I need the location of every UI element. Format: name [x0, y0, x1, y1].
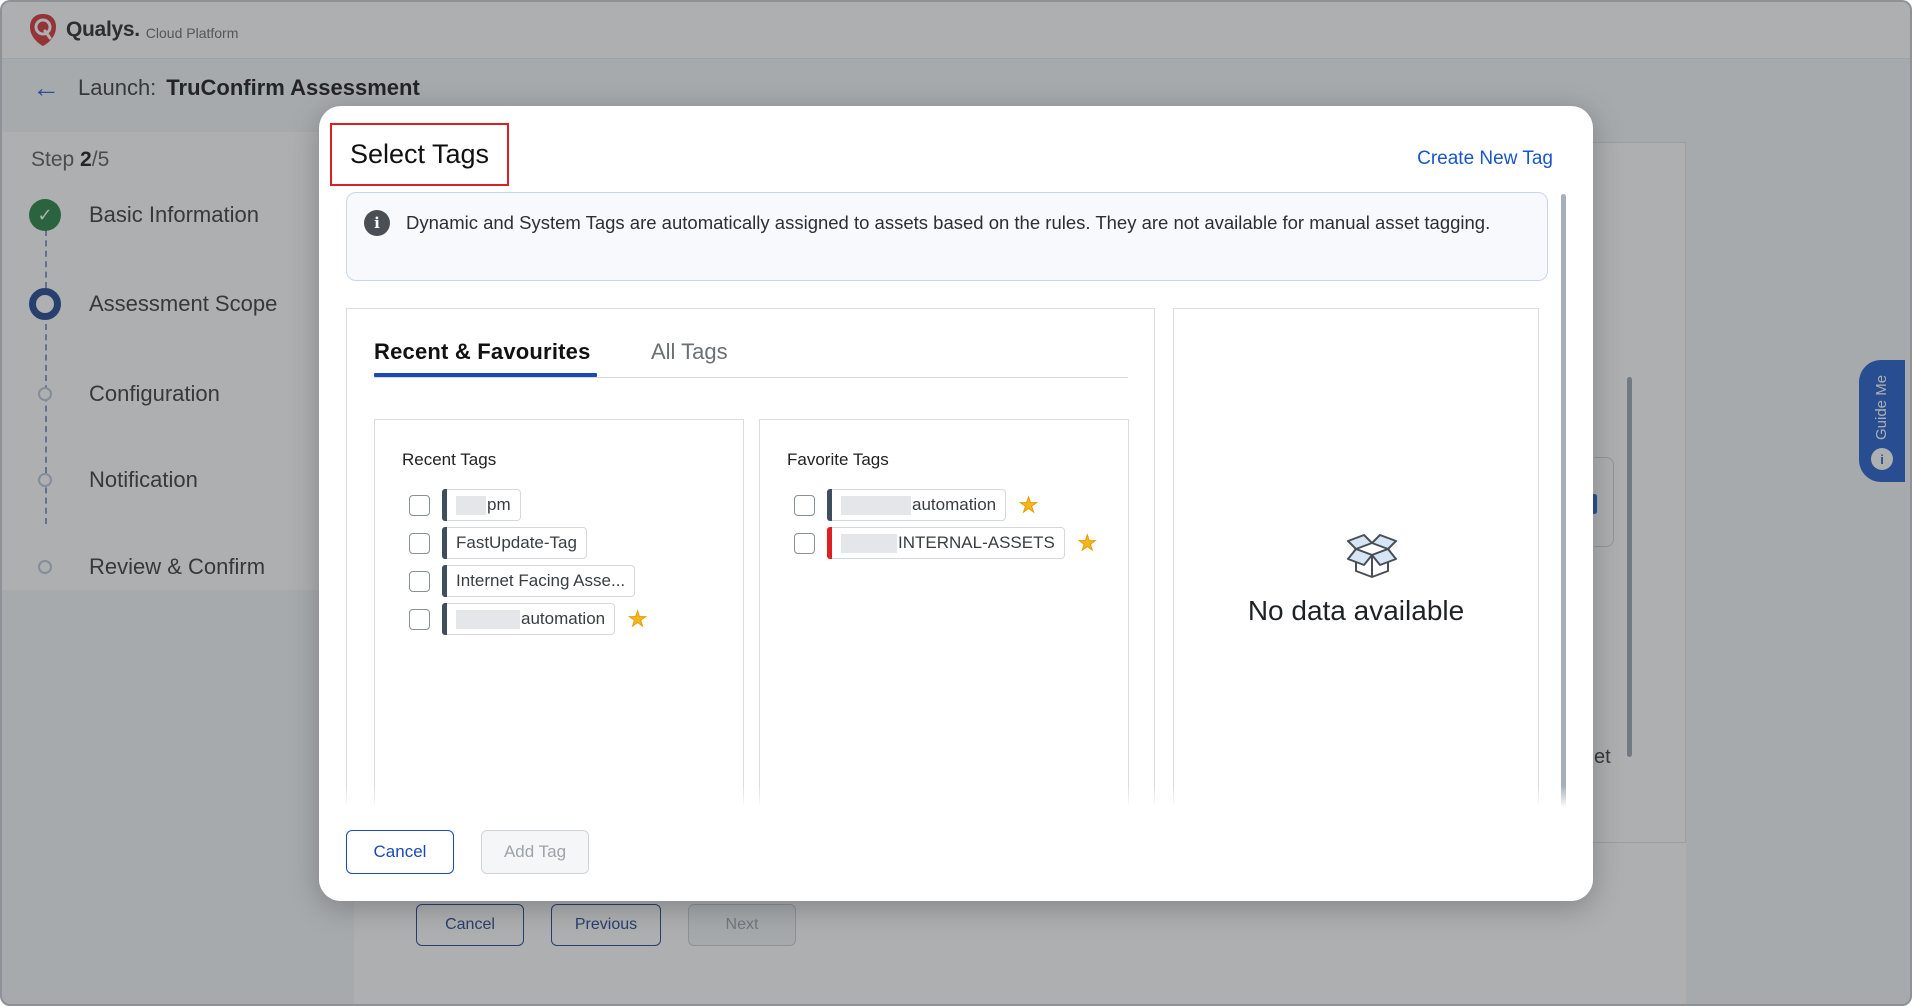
dialog-scrollbar[interactable] — [1561, 194, 1566, 811]
tag-row[interactable]: FastUpdate-Tag — [409, 527, 587, 559]
dialog-title: Select Tags — [349, 139, 490, 169]
redacted-text — [841, 495, 911, 515]
empty-box-icon — [1344, 531, 1400, 579]
redacted-text — [841, 533, 897, 553]
add-tag-button[interactable]: Add Tag — [481, 830, 589, 874]
tag-color-bar — [442, 527, 447, 559]
tag-row[interactable]: INTERNAL-ASSETS ★ — [794, 527, 1097, 559]
tag-checkbox[interactable] — [794, 494, 815, 516]
tag-row[interactable]: Internet Facing Asse... — [409, 565, 636, 597]
redacted-text — [456, 495, 486, 515]
tag-chip: automation — [442, 603, 616, 635]
select-tags-dialog: Select Tags Create New Tag i Dynamic and… — [319, 106, 1593, 901]
selected-tags-panel: No data available — [1173, 308, 1539, 828]
info-icon: i — [364, 210, 390, 236]
title-highlight-box: Select Tags — [330, 123, 509, 186]
favorite-star-icon[interactable]: ★ — [1019, 494, 1039, 516]
info-text: Dynamic and System Tags are automaticall… — [406, 212, 1491, 233]
tag-checkbox[interactable] — [409, 494, 430, 516]
empty-state-text: No data available — [1247, 595, 1465, 626]
favorite-tags-column: Favorite Tags automation ★ INTERNAL-ASSE… — [759, 419, 1129, 839]
tab-all-tags[interactable]: All Tags — [651, 339, 728, 365]
tag-chip: Internet Facing Asse... — [442, 565, 636, 597]
tag-checkbox[interactable] — [409, 570, 430, 592]
content-fade — [319, 786, 1593, 808]
tag-color-bar — [442, 489, 447, 521]
tag-color-bar — [442, 565, 447, 597]
tag-label: automation — [912, 495, 997, 514]
favorite-star-icon[interactable]: ★ — [1077, 532, 1097, 554]
tag-label: FastUpdate-Tag — [456, 533, 577, 552]
tab-recent-favourites[interactable]: Recent & Favourites — [374, 339, 591, 365]
tag-label: Internet Facing Asse... — [456, 571, 626, 590]
tag-label: automation — [521, 609, 606, 628]
create-new-tag-link[interactable]: Create New Tag — [1417, 148, 1553, 170]
favorite-tags-title: Favorite Tags — [787, 450, 889, 469]
tag-checkbox[interactable] — [409, 532, 430, 554]
cancel-button[interactable]: Cancel — [346, 830, 454, 874]
tag-chip: INTERNAL-ASSETS — [827, 527, 1065, 559]
redacted-text — [456, 609, 520, 629]
tag-color-bar — [827, 527, 832, 559]
tag-chip: pm — [442, 489, 521, 521]
tag-row[interactable]: pm — [409, 489, 521, 521]
tag-row[interactable]: automation ★ — [794, 489, 1038, 521]
tag-chip: FastUpdate-Tag — [442, 527, 587, 559]
tag-row[interactable]: automation ★ — [409, 603, 647, 635]
tab-divider — [374, 377, 1128, 378]
tag-chip: automation — [827, 489, 1007, 521]
recent-tags-column: Recent Tags pm FastUpdate-Tag Internet F… — [374, 419, 744, 839]
recent-tags-title: Recent Tags — [402, 450, 497, 469]
tags-selection-panel: Recent & Favourites All Tags Recent Tags… — [346, 308, 1155, 839]
tag-color-bar — [827, 489, 832, 521]
tag-color-bar — [442, 603, 447, 635]
info-banner: i Dynamic and System Tags are automatica… — [346, 192, 1548, 281]
tag-label: INTERNAL-ASSETS — [898, 533, 1055, 552]
favorite-star-icon[interactable]: ★ — [628, 608, 648, 630]
tag-checkbox[interactable] — [409, 608, 430, 630]
tag-checkbox[interactable] — [794, 532, 815, 554]
tag-label: pm — [487, 495, 511, 514]
